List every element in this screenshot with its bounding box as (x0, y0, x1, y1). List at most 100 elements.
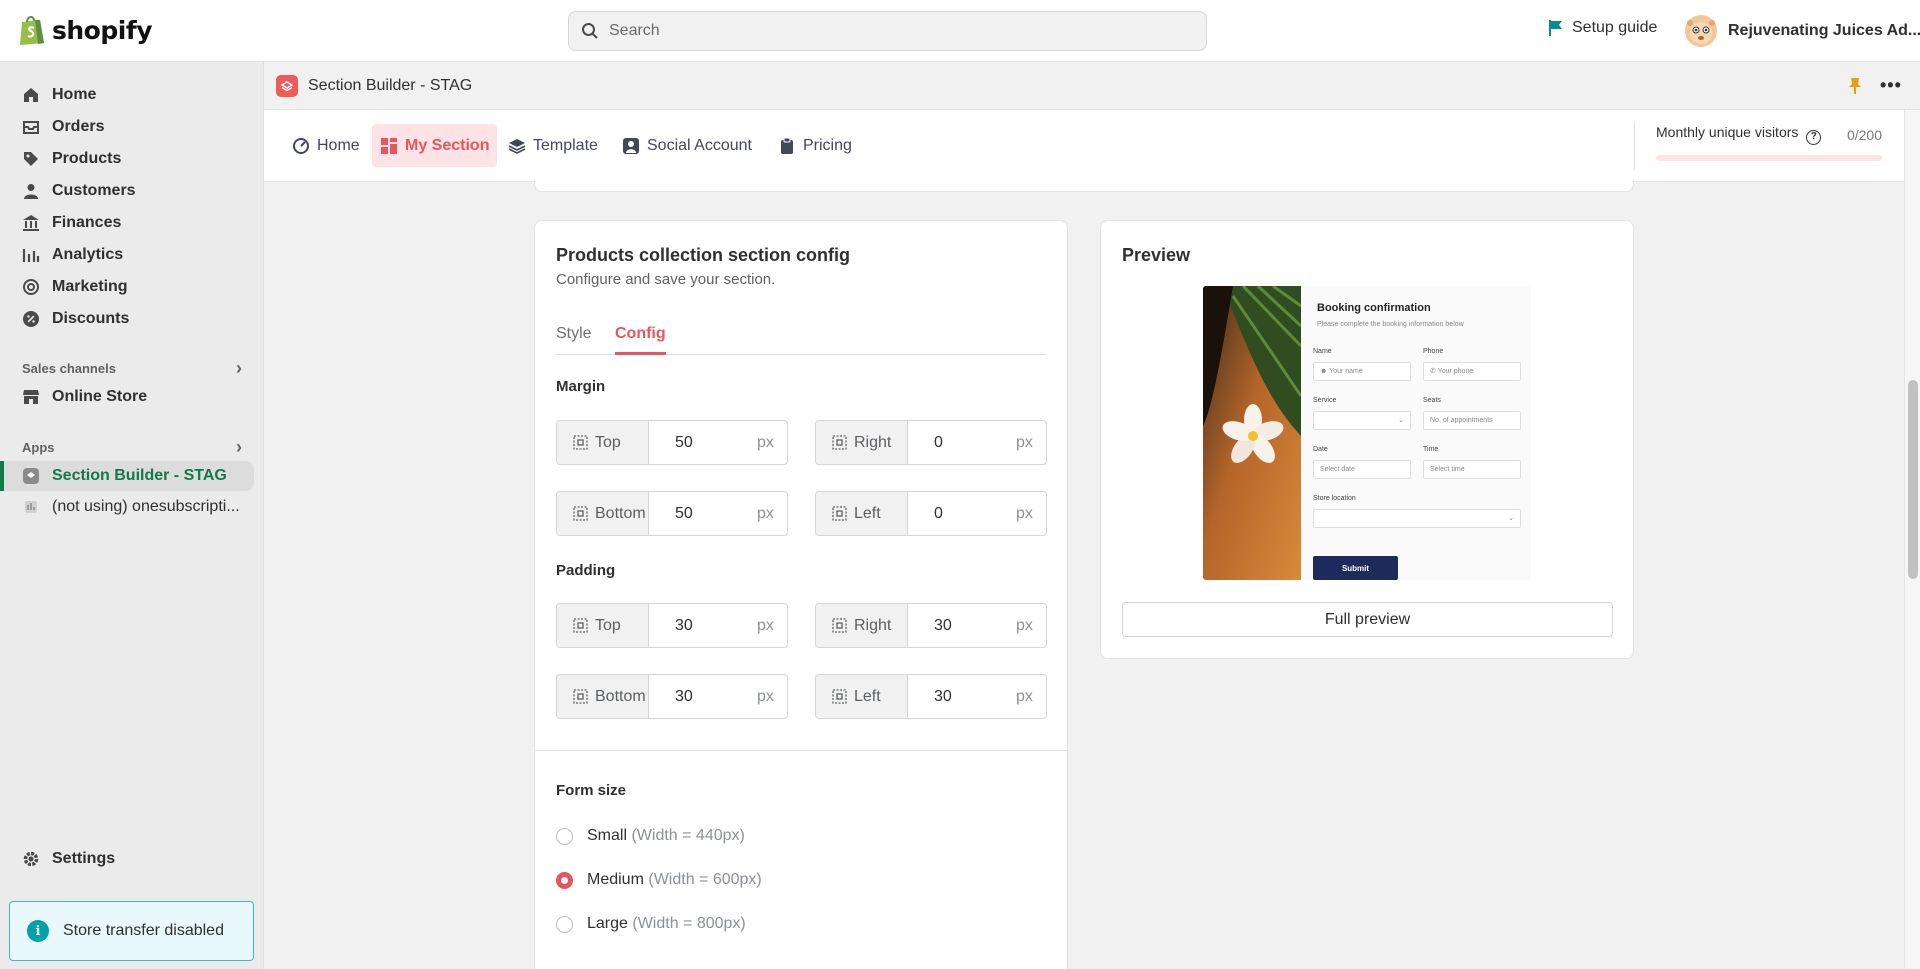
tab-config[interactable]: Config (615, 325, 666, 355)
store-location-select: ⌄ (1313, 509, 1521, 528)
tab-style[interactable]: Style (556, 325, 592, 355)
full-preview-button[interactable]: Full preview (1122, 602, 1613, 637)
spacing-icon (832, 618, 847, 633)
spacing-icon (573, 689, 588, 704)
search-box[interactable] (568, 11, 1207, 51)
sidebar-item-home[interactable]: Home (0, 80, 254, 110)
page-scrollbar[interactable] (1904, 110, 1920, 969)
field-side-label: Left (854, 687, 881, 705)
radio-medium[interactable] (556, 871, 573, 889)
sidebar-item-discounts[interactable]: Discounts (0, 304, 254, 334)
margin-left-input[interactable] (908, 492, 1008, 535)
bank-icon (23, 215, 39, 231)
phone-field: ✆ Your phone (1423, 362, 1521, 381)
sidebar-item-onesubscription[interactable]: (not using) onesubscripti... (0, 492, 254, 522)
field-prefix: Left (816, 675, 908, 718)
field-prefix: Bottom (557, 492, 649, 535)
account-menu[interactable]: Rejuvenating Juices Ad... (1684, 14, 1920, 48)
margin-bottom-field: Bottom px (556, 491, 788, 536)
chart-bars-icon (22, 249, 40, 262)
padding-right-field: Right px (815, 603, 1047, 648)
padding-right-input[interactable] (908, 604, 1008, 647)
search-input[interactable] (609, 22, 1169, 40)
sales-channels-header[interactable]: Sales channels › (22, 358, 242, 379)
padding-left-field: Left px (815, 674, 1047, 719)
tab-home[interactable]: Home (284, 124, 368, 167)
discount-icon (23, 311, 39, 327)
seats-field: No. of appointments (1423, 411, 1521, 430)
tab-my-section[interactable]: My Section (372, 124, 498, 167)
sidebar-item-customers[interactable]: Customers (0, 176, 254, 206)
tab-pricing[interactable]: Pricing (770, 124, 860, 167)
padding-top-field: Top px (556, 603, 788, 648)
store-transfer-banner[interactable]: i Store transfer disabled (9, 901, 254, 961)
form-size-small-option[interactable]: Small (Width = 440px) (556, 827, 745, 845)
tab-template[interactable]: Template (500, 124, 606, 167)
margin-top-field: Top px (556, 420, 788, 465)
service-select: ⌄ (1313, 411, 1411, 430)
form-size-medium-option[interactable]: Medium (Width = 600px) (556, 871, 762, 889)
home-icon (24, 88, 38, 102)
option-hint: (Width = 440px) (631, 827, 745, 844)
pin-icon[interactable] (1848, 77, 1862, 95)
field-side-label: Top (595, 433, 621, 451)
tab-social-account[interactable]: Social Account (614, 124, 760, 167)
sidebar-item-online-store[interactable]: Online Store (0, 382, 254, 412)
sidebar-item-orders[interactable]: Orders (0, 112, 254, 142)
tab-label: Pricing (803, 136, 852, 154)
section-config-card: Products collection section config Confi… (534, 220, 1068, 969)
seats-label: Seats (1423, 397, 1441, 404)
layers-icon (508, 138, 526, 154)
sidebar-item-label: Home (52, 86, 97, 103)
search-icon (582, 23, 598, 39)
scrollbar-thumb[interactable] (1908, 380, 1918, 579)
sidebar-item-label: Settings (52, 850, 116, 867)
store-location-label: Store location (1313, 495, 1356, 502)
margin-right-input[interactable] (908, 421, 1008, 464)
orders-icon (23, 121, 39, 134)
flag-icon (1549, 20, 1562, 36)
setup-guide-label: Setup guide (1572, 19, 1658, 36)
preview-title: Preview (1122, 245, 1191, 265)
help-icon[interactable]: ? (1806, 130, 1822, 145)
apps-header[interactable]: Apps › (22, 437, 242, 458)
field-prefix: Right (816, 421, 908, 464)
radio-large[interactable] (556, 915, 573, 933)
sidebar-item-settings[interactable]: Settings (0, 844, 254, 874)
sidebar-item-section-builder[interactable]: Section Builder - STAG (0, 461, 254, 491)
unit-suffix: px (757, 687, 774, 705)
sidebar-item-products[interactable]: Products (0, 144, 254, 174)
target-icon (23, 279, 39, 295)
visitors-meter: Monthly unique visitors ? 0/200 (1656, 124, 1882, 145)
config-subtitle: Configure and save your section. (556, 271, 776, 288)
form-size-large-option[interactable]: Large (Width = 800px) (556, 915, 746, 933)
booking-form-title: Booking confirmation (1317, 302, 1431, 314)
unit-suffix: px (757, 433, 774, 451)
unit-suffix: px (1016, 616, 1033, 634)
margin-label: Margin (556, 378, 606, 395)
sidebar-item-label: Finances (52, 214, 122, 231)
field-side-label: Right (854, 433, 892, 451)
padding-left-input[interactable] (908, 675, 1008, 718)
padding-top-input[interactable] (649, 604, 749, 647)
setup-guide-link[interactable]: Setup guide (1548, 19, 1657, 37)
shopify-logo[interactable]: shopify (18, 14, 153, 46)
padding-bottom-input[interactable] (649, 675, 749, 718)
section-divider (535, 750, 1067, 751)
margin-bottom-input[interactable] (649, 492, 749, 535)
tab-label: My Section (405, 136, 490, 154)
tag-icon (24, 152, 38, 166)
sidebar-item-finances[interactable]: Finances (0, 208, 254, 238)
sidebar-item-analytics[interactable]: Analytics (0, 240, 254, 270)
spacing-icon (832, 506, 847, 521)
grid-icon (381, 137, 397, 154)
more-options-icon[interactable]: ••• (1880, 75, 1902, 96)
option-label: Small (587, 827, 628, 844)
radio-small[interactable] (556, 827, 573, 845)
time-label: Time (1423, 446, 1439, 453)
preview-thumbnail: Booking confirmation Please complete the… (1203, 286, 1531, 580)
unit-suffix: px (1016, 504, 1033, 522)
sidebar-item-marketing[interactable]: Marketing (0, 272, 254, 302)
margin-top-input[interactable] (649, 421, 749, 464)
field-side-label: Top (595, 616, 621, 634)
